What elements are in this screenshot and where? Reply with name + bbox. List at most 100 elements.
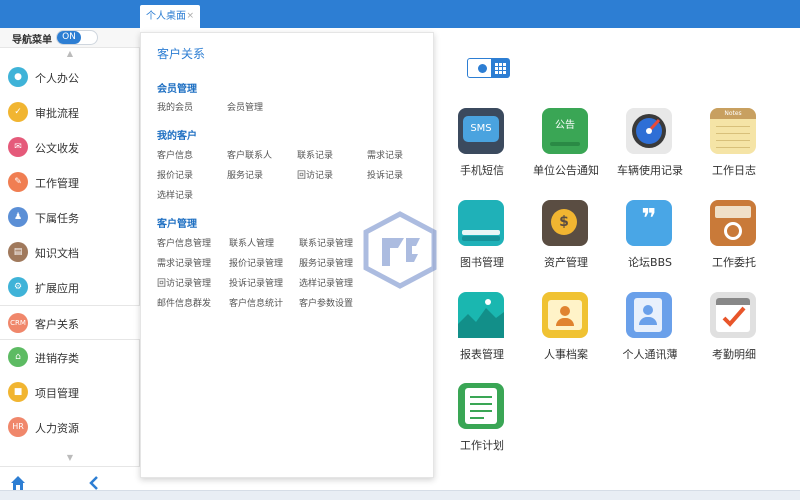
- link-demand-record-mgmt[interactable]: 需求记录管理: [157, 256, 211, 269]
- link-member-management[interactable]: 会员管理: [227, 100, 263, 113]
- hr-icon: HR: [8, 417, 28, 437]
- link-complaint-records[interactable]: 投诉记录: [367, 168, 403, 181]
- sidebar-item-label: 客户关系: [35, 318, 79, 331]
- sidebar-item-documents[interactable]: ✉ 公文收发: [0, 130, 140, 165]
- home-icon[interactable]: [10, 475, 26, 491]
- chart-icon: [458, 292, 504, 338]
- person-icon: ●: [8, 67, 28, 87]
- link-demand-records[interactable]: 需求记录: [367, 148, 403, 161]
- sidebar-item-label: 审批流程: [35, 107, 79, 120]
- scroll-up-icon[interactable]: ▲: [0, 48, 140, 60]
- sidebar: ▲ ● 个人办公 ✓ 审批流程 ✉ 公文收发 ✎ 工作管理 ♟ 下属任务 ▤ 知…: [0, 48, 140, 500]
- extension-icon: ⚙: [8, 277, 28, 297]
- scroll-down-icon[interactable]: ▼: [0, 453, 140, 465]
- link-mass-email[interactable]: 邮件信息群发: [157, 296, 211, 309]
- link-visit-record-mgmt[interactable]: 回访记录管理: [157, 276, 211, 289]
- document-icon: ✉: [8, 137, 28, 157]
- link-contact-record-mgmt[interactable]: 联系记录管理: [299, 236, 353, 249]
- chevron-left-icon[interactable]: [86, 475, 102, 491]
- app-vehicle[interactable]: 车辆使用记录: [608, 108, 692, 192]
- link-contact-records[interactable]: 联系记录: [297, 148, 333, 161]
- section-my-customers-title: 我的客户: [157, 131, 197, 142]
- list-view-icon[interactable]: [478, 64, 487, 73]
- personnel-icon: [542, 292, 588, 338]
- app-label: 单位公告通知: [533, 164, 599, 177]
- sidebar-item-approval[interactable]: ✓ 审批流程: [0, 95, 140, 130]
- link-sample-records[interactable]: 选样记录: [157, 188, 193, 201]
- nav-menu-label: 导航菜单: [12, 35, 52, 46]
- sidebar-item-label: 下属任务: [35, 212, 79, 225]
- sidebar-item-personal-office[interactable]: ● 个人办公: [0, 60, 140, 95]
- app-label: 工作委托: [712, 256, 756, 269]
- sidebar-item-knowledge[interactable]: ▤ 知识文档: [0, 235, 140, 270]
- view-mode-toggle[interactable]: [467, 58, 510, 78]
- link-sample-record-mgmt[interactable]: 选样记录管理: [299, 276, 353, 289]
- app-forum[interactable]: ❞ 论坛BBS: [608, 200, 692, 284]
- sidebar-item-projects[interactable]: ■ 项目管理: [0, 375, 140, 410]
- crm-icon: CRM: [8, 313, 28, 333]
- sms-icon: SMS: [458, 108, 504, 154]
- app-library[interactable]: 图书管理: [440, 200, 524, 284]
- inventory-icon: ⌂: [8, 347, 28, 367]
- link-customer-info-mgmt[interactable]: 客户信息管理: [157, 236, 211, 249]
- tab-personal-desktop[interactable]: 个人桌面 ×: [140, 5, 200, 28]
- attendance-icon: [710, 292, 756, 338]
- app-contacts[interactable]: 个人通讯薄: [608, 292, 692, 376]
- sidebar-item-extensions[interactable]: ⚙ 扩展应用: [0, 270, 140, 305]
- link-customer-contacts[interactable]: 客户联系人: [227, 148, 272, 161]
- sidebar-item-label: 知识文档: [35, 247, 79, 260]
- sidebar-item-label: 人力资源: [35, 422, 79, 435]
- link-service-record-mgmt[interactable]: 服务记录管理: [299, 256, 353, 269]
- app-label: 考勤明细: [712, 348, 756, 361]
- sidebar-item-work[interactable]: ✎ 工作管理: [0, 165, 140, 200]
- app-assets[interactable]: $ 资产管理: [524, 200, 608, 284]
- link-quote-record-mgmt[interactable]: 报价记录管理: [229, 256, 283, 269]
- notice-icon: 公告: [542, 108, 588, 154]
- link-complaint-record-mgmt[interactable]: 投诉记录管理: [229, 276, 283, 289]
- nav-menu-toggle[interactable]: ON: [56, 30, 98, 45]
- app-label: 车辆使用记录: [617, 164, 683, 177]
- app-label: 工作计划: [460, 439, 504, 452]
- work-icon: ✎: [8, 172, 28, 192]
- link-quote-records[interactable]: 报价记录: [157, 168, 193, 181]
- panel-title: 客户关系: [157, 47, 206, 61]
- project-icon: ■: [8, 382, 28, 402]
- team-icon: ♟: [8, 207, 28, 227]
- asset-icon: $: [542, 200, 588, 246]
- app-label: 手机短信: [460, 164, 504, 177]
- link-service-records[interactable]: 服务记录: [227, 168, 263, 181]
- link-contact-person-mgmt[interactable]: 联系人管理: [229, 236, 274, 249]
- contacts-icon: [626, 292, 672, 338]
- sidebar-item-label: 进销存类: [35, 352, 79, 365]
- sidebar-item-tasks[interactable]: ♟ 下属任务: [0, 200, 140, 235]
- app-sms[interactable]: SMS 手机短信: [440, 108, 524, 192]
- tab-close-icon[interactable]: ×: [186, 5, 194, 28]
- forum-icon: ❞: [626, 200, 672, 246]
- status-bar: [0, 490, 800, 500]
- app-label: 图书管理: [460, 256, 504, 269]
- app-delegate[interactable]: 工作委托: [692, 200, 776, 284]
- link-customer-stats[interactable]: 客户信息统计: [229, 296, 283, 309]
- app-label: 论坛BBS: [628, 256, 672, 269]
- watermark-logo-icon: [363, 211, 437, 289]
- app-attendance[interactable]: 考勤明细: [692, 292, 776, 376]
- sidebar-item-label: 扩展应用: [35, 282, 79, 295]
- app-notice[interactable]: 公告 单位公告通知: [524, 108, 608, 192]
- book-icon: [458, 200, 504, 246]
- link-customer-info[interactable]: 客户信息: [157, 148, 193, 161]
- sidebar-item-crm[interactable]: CRM 客户关系: [0, 305, 140, 340]
- app-label: 人事档案: [544, 348, 588, 361]
- sidebar-item-inventory[interactable]: ⌂ 进销存类: [0, 340, 140, 375]
- link-customer-settings[interactable]: 客户参数设置: [299, 296, 353, 309]
- app-workplan[interactable]: 工作计划: [440, 383, 524, 467]
- top-bar: 个人桌面 ×: [0, 0, 800, 28]
- link-my-members[interactable]: 我的会员: [157, 100, 193, 113]
- link-visit-records[interactable]: 回访记录: [297, 168, 333, 181]
- grid-view-icon[interactable]: [491, 59, 509, 77]
- nav-header: 导航菜单 ON: [0, 28, 140, 48]
- app-worklog[interactable]: Notes 工作日志: [692, 108, 776, 192]
- sidebar-item-hr[interactable]: HR 人力资源: [0, 410, 140, 445]
- plan-icon: [458, 383, 504, 429]
- app-personnel[interactable]: 人事档案: [524, 292, 608, 376]
- app-reports[interactable]: 报表管理: [440, 292, 524, 376]
